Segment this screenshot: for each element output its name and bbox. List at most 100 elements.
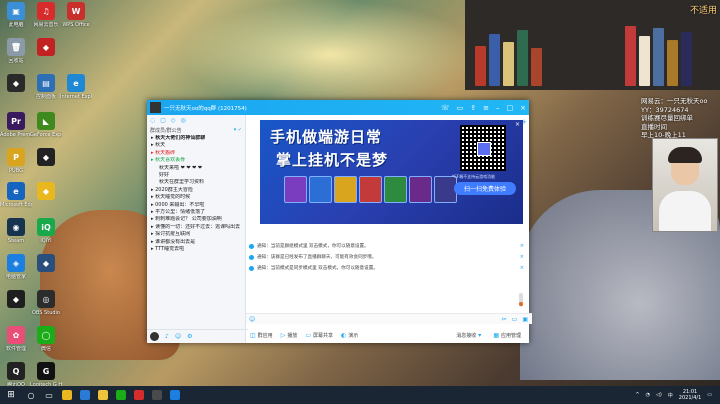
desktop-icon[interactable]: Pr Adobe Premiere	[0, 112, 32, 138]
sidebar-item[interactable]: ▸ 秋天	[147, 142, 245, 149]
windows-start-icon[interactable]: ⊞	[0, 390, 22, 400]
sidebar-item[interactable]: ▸ 秋天喜欢丢骨	[147, 157, 245, 164]
desktop-icon[interactable]: ▤ 控制面板	[30, 74, 62, 100]
taskbar-app-icon[interactable]	[148, 386, 166, 404]
taskbar-app-icon[interactable]	[130, 386, 148, 404]
image-icon[interactable]: ▣	[522, 316, 528, 323]
volume-icon[interactable]: ◁)	[656, 392, 662, 398]
group-avatar[interactable]	[150, 102, 161, 113]
clock[interactable]: 21:01 2021/4/1	[679, 389, 701, 401]
desktop-icon[interactable]: ◆	[30, 148, 62, 168]
folder-icon[interactable]: ▭	[512, 316, 518, 323]
taskbar-app-icon[interactable]	[112, 386, 130, 404]
play-button[interactable]: ▷ 播放	[281, 332, 298, 339]
ad-cta-button[interactable]: 扫一扫免费体验	[454, 182, 516, 195]
ime-icon[interactable]: 中	[668, 392, 673, 399]
window-titlebar[interactable]: 一只无秋天oo的qq群 (1201754) ☏ ▭ ⇪ ≡ – □ ×	[147, 100, 529, 115]
taskbar-app-icon[interactable]	[94, 386, 112, 404]
screen-share-button[interactable]: ▭ 屏幕共享	[305, 332, 333, 339]
bottom-bar: ◫ 群应用 ▷ 播放 ▭ 屏幕共享 ◐ 演示 消息接收 ▾ ▦ 应用管理	[147, 328, 529, 343]
screen-icon: ▭	[305, 332, 311, 339]
sidebar-item[interactable]: 秋天在群里学习资料	[147, 179, 245, 186]
sidebar-item[interactable]: ▸ 秋天睡觉的时候	[147, 194, 245, 201]
desktop-icon[interactable]: ◆	[0, 74, 32, 94]
game-icon	[334, 176, 357, 203]
recycle-bin-icon: 🗑	[7, 38, 25, 56]
desktop-icon[interactable]: e Internet Explorer	[60, 74, 92, 100]
emoji-icon[interactable]: ☺	[249, 316, 255, 323]
desktop-icon[interactable]: ◆	[0, 290, 32, 310]
sidebar-item[interactable]: ▸ 平方公里：情绪低落了	[147, 209, 245, 216]
present-button[interactable]: ◐ 演示	[341, 332, 358, 339]
taskbar-app-icon[interactable]	[58, 386, 76, 404]
qq-group-window: 一只无秋天oo的qq群 (1201754) ☏ ▭ ⇪ ≡ – □ × ◌ ▢ …	[147, 100, 532, 343]
game-icon	[359, 176, 382, 203]
ad-close-icon[interactable]: ×	[515, 121, 520, 128]
desktop-icon[interactable]: e Microsoft Edge	[0, 182, 32, 208]
desktop-icon[interactable]: ◆	[30, 182, 62, 202]
sidebar-toggle-icon[interactable]: ▾ ✓	[234, 127, 242, 133]
file-icon[interactable]: ▢	[160, 117, 166, 124]
desktop-icon[interactable]: ✿ 软件管理	[0, 326, 32, 352]
dismiss-icon[interactable]: ×	[520, 241, 524, 252]
desktop-icon[interactable]: ▣ 此电脑	[0, 2, 32, 28]
app-icon[interactable]: ◇	[171, 117, 176, 124]
desktop-icon[interactable]: ♫ 网易云音乐	[30, 2, 62, 28]
tray-chevron-icon[interactable]: ^	[635, 392, 639, 398]
task-view-icon[interactable]: ▭	[40, 386, 58, 404]
notification-icon[interactable]: ▭	[707, 392, 712, 398]
desktop-icon[interactable]: Q 腾讯QQ	[0, 362, 32, 388]
maximize-icon[interactable]: □	[507, 104, 514, 112]
system-message: 通知：当前模式是同步模式里 双击模式，你可以随意设置。 ×	[249, 263, 524, 274]
desktop-icon[interactable]: 🗑 回收站	[0, 38, 32, 64]
sidebar-item[interactable]: 好好	[147, 172, 245, 179]
receive-settings[interactable]: 消息接收 ▾	[456, 332, 481, 339]
ad-banner[interactable]: 手机做端游日常 掌上挂机不是梦 *CF端不支持云游戏功能 扫一扫免费体验 ×	[260, 120, 523, 224]
minimize-icon[interactable]: –	[496, 104, 500, 112]
taskbar-app-icon[interactable]	[76, 386, 94, 404]
software-manager-icon: ✿	[7, 326, 25, 344]
dismiss-icon[interactable]: ×	[520, 263, 524, 274]
sidebar-item[interactable]: ▸ TTT睡觉去啦	[147, 246, 245, 253]
scroll-indicator[interactable]	[519, 293, 523, 307]
desktop-icon-label: 网易云音乐	[33, 22, 59, 28]
chat-icon[interactable]: ◌	[150, 117, 155, 124]
ad-headline: 手机做端游日常	[270, 128, 383, 146]
scissors-icon[interactable]: ✂	[502, 316, 507, 323]
desktop-icon[interactable]: ◎ OBS Studio	[30, 290, 62, 316]
dismiss-icon[interactable]: ×	[520, 252, 524, 263]
desktop-icon[interactable]: W WPS Office	[60, 2, 92, 28]
game-icon	[384, 176, 407, 203]
sidebar-item[interactable]: ▸ 读懂的一切：还好不过去：逃课吗出去	[147, 224, 245, 231]
desktop-icon[interactable]: iQ iQIYI	[30, 218, 62, 244]
more-icon[interactable]: ≡	[483, 104, 489, 112]
sidebar-item[interactable]: ▸ 0000 来输出：不早啦	[147, 202, 245, 209]
announce-icon[interactable]: ◎	[181, 117, 186, 124]
desktop-icon[interactable]: ◉ Steam	[0, 218, 32, 244]
sidebar-item[interactable]: ▸ 谁讲都没有出去是	[147, 239, 245, 246]
search-icon[interactable]: ○	[22, 386, 40, 404]
desktop-icon[interactable]: ◆	[30, 254, 62, 274]
phone-icon[interactable]: ☏	[441, 104, 450, 112]
sidebar-item[interactable]: ▸ 秋天大佬们的神仙群聊	[147, 135, 245, 142]
desktop-icon[interactable]: ◈ 电脑管家	[0, 254, 32, 280]
desktop-icon[interactable]: GLogitech G HUB	[30, 362, 62, 388]
sidebar-item[interactable]: 秋天来啦 ❤ ❤ ❤ ❤	[147, 165, 245, 172]
share-icon[interactable]: ⇪	[470, 104, 476, 112]
desktop-icon[interactable]: ◆	[30, 38, 62, 58]
app-manage-button[interactable]: ▦ 应用管理	[493, 332, 521, 339]
netease-music-icon: ♫	[37, 2, 55, 20]
taskbar-app-icon[interactable]	[166, 386, 184, 404]
close-icon[interactable]: ×	[520, 104, 526, 112]
video-icon[interactable]: ▭	[457, 104, 464, 112]
sidebar-item[interactable]: ▸ 2020群主大冒险	[147, 187, 245, 194]
desktop-icon[interactable]: P PUBG	[0, 148, 32, 174]
desktop-icon-label: Steam	[7, 238, 25, 244]
group-apps-button[interactable]: ◫ 群应用	[250, 332, 273, 339]
sidebar-item[interactable]: ▸ 秋天搬砖	[147, 150, 245, 157]
desktop-icon[interactable]: ◯ 微信	[30, 326, 62, 352]
desktop-icon[interactable]: ◣ GeForce Experience	[30, 112, 62, 138]
sidebar-item[interactable]: ▸ 刺刺难题会记？ 公司要加油啊	[147, 216, 245, 223]
network-icon[interactable]: ◔	[646, 392, 650, 398]
sidebar-item[interactable]: ▸ 探讨抗疫互联网	[147, 231, 245, 238]
